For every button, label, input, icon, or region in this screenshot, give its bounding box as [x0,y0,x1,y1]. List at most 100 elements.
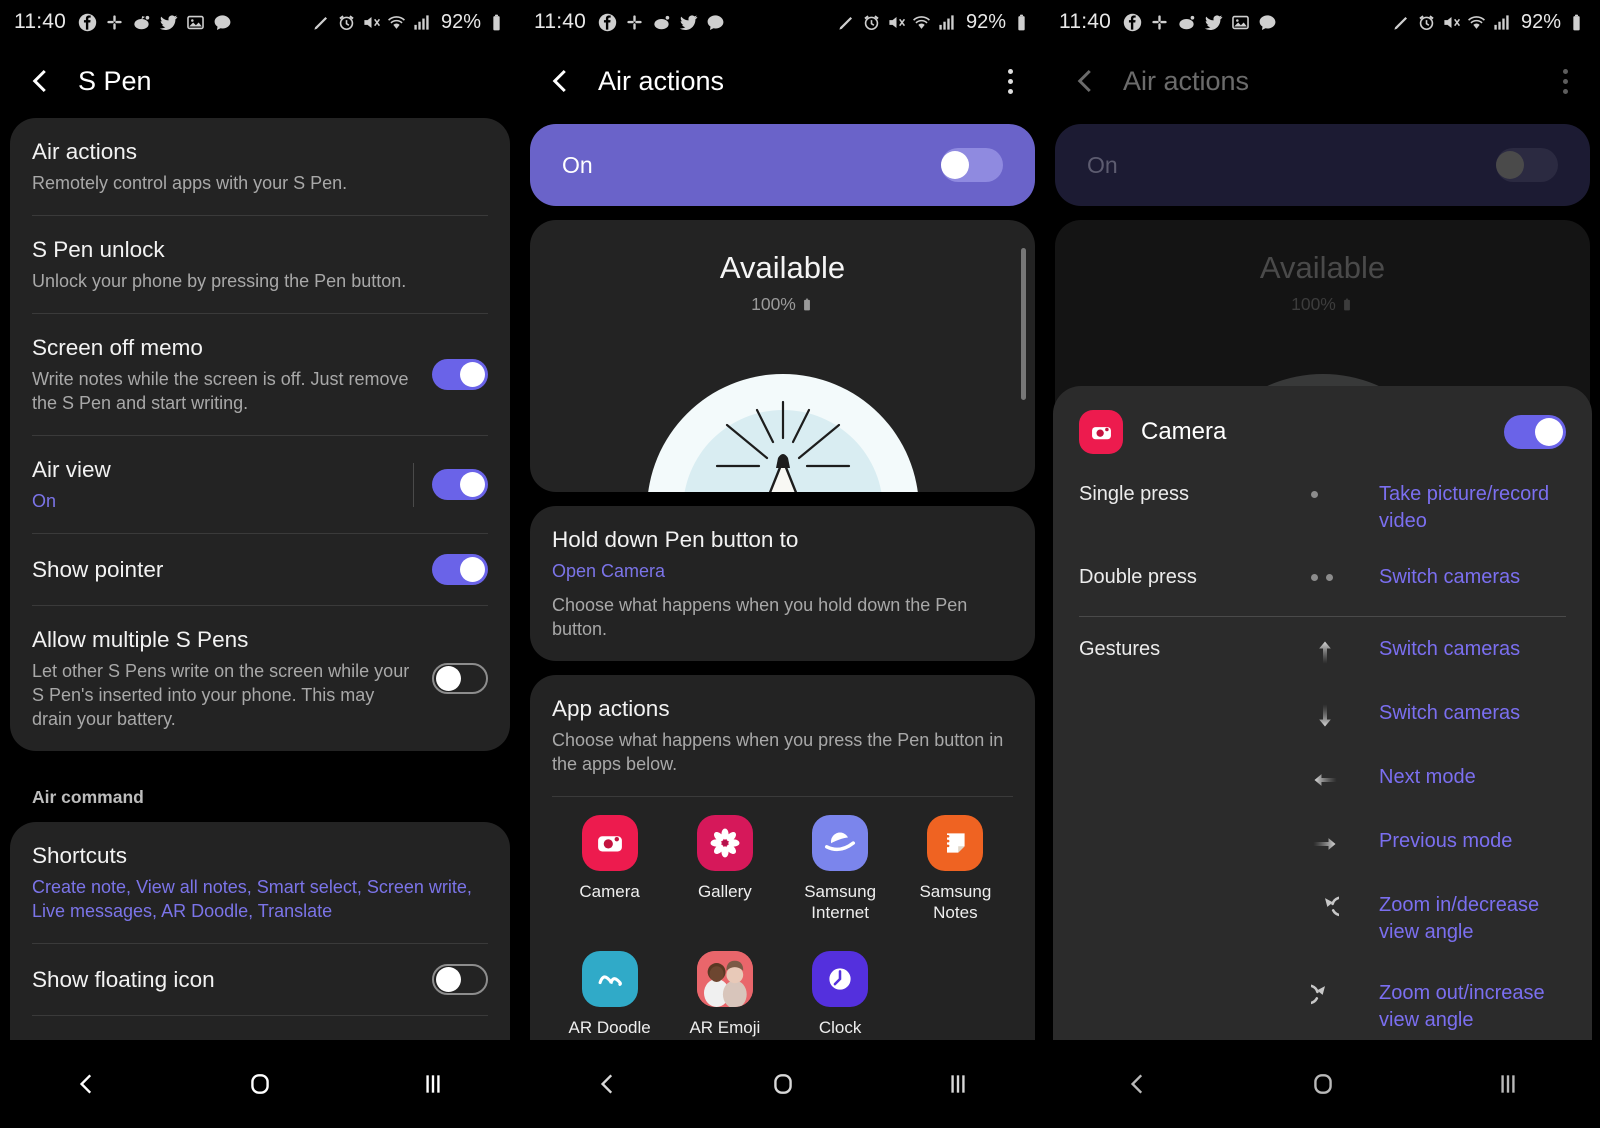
press-label: Double press [1079,566,1197,588]
facebook-icon [598,13,617,31]
wifi-icon [388,15,405,29]
gesture-value[interactable]: Zoom in/decrease view angle [1379,892,1566,946]
toggle-camera-air-action[interactable] [1504,415,1566,449]
mute-vibrate-icon [364,16,381,28]
press-row-single[interactable]: Single press Take picture/record video [1079,472,1566,544]
setting-allow-multiple-s-pens[interactable]: Allow multiple S Pens Let other S Pens w… [32,605,488,751]
three-panel-screenshot: 11:40 92% S Pen Air actions Remotely con… [0,0,1600,1128]
facebook-icon [78,13,97,31]
camera-air-action-dialog: Camera Single press Take picture/record … [1053,386,1592,1073]
gesture-value[interactable]: Switch cameras [1379,636,1566,663]
hold-down-card[interactable]: Hold down Pen button to Open Camera Choo… [530,506,1035,661]
toggle-allow-multiple-s-pens[interactable] [432,663,488,694]
nav-recents-icon[interactable] [945,1071,971,1097]
setting-screen-off-memo[interactable]: Screen off memo Write notes while the sc… [32,313,488,435]
press-row-double[interactable]: Double press Switch cameras [1079,544,1566,600]
kebab-menu-icon[interactable] [1002,63,1019,100]
nav-back-icon[interactable] [595,1071,621,1097]
app-cell-ar-doodle[interactable]: AR Doodle [552,939,667,1054]
setting-title: Show pointer [32,556,164,582]
gesture-row-rotate-ccw[interactable]: Zoom out/increase view angle [1079,955,1566,1043]
status-time: 11:40 [14,10,66,33]
battery-icon [803,298,810,311]
gesture-value[interactable]: Zoom out/increase view angle [1379,980,1566,1034]
setting-subtitle: Remotely control apps with your S Pen. [32,173,348,193]
spen-icon [314,15,329,30]
press-value[interactable]: Take picture/record video [1379,481,1566,535]
nav-home-icon[interactable] [770,1071,796,1097]
app-cell-ar-emoji[interactable]: AR Emoji [667,939,782,1054]
nav-recents-icon[interactable] [420,1071,446,1097]
nav-home-icon[interactable] [247,1071,273,1097]
app-cell-gallery[interactable]: Gallery [667,803,782,939]
setting-hold-down-pen-button[interactable]: Hold down Pen button to Open Camera Choo… [552,506,1013,661]
nav-recents-icon[interactable] [1495,1071,1521,1097]
pen-status-title: Available [719,250,846,285]
ar-doodle-app-icon [581,951,638,1007]
setting-air-view[interactable]: Air view On [32,435,488,533]
air-actions-master-toggle-row[interactable]: On [530,124,1035,206]
app-cell-samsung-notes[interactable]: Samsung Notes [898,803,1013,939]
toggle-air-actions[interactable] [941,148,1003,182]
camera-app-icon [581,815,638,871]
section-description: Choose what happens when you press the P… [552,730,1004,774]
toggle-show-pointer[interactable] [432,554,488,585]
alarm-icon [864,14,879,30]
gesture-row-right[interactable]: Previous mode [1079,803,1566,867]
pen-battery-text: 100% [751,294,796,314]
toggle-screen-off-memo[interactable] [432,359,488,390]
setting-s-pen-unlock[interactable]: S Pen unlock Unlock your phone by pressi… [32,215,488,313]
setting-air-actions[interactable]: Air actions Remotely control apps with y… [32,118,488,215]
setting-shortcuts[interactable]: Shortcuts Create note, View all notes, S… [32,822,488,943]
section-title: App actions [552,696,670,721]
app-cell-empty [898,939,1013,1054]
app-label: Gallery [697,882,752,901]
nav-back-icon[interactable] [74,1071,100,1097]
app-bar-s-pen: S Pen [0,44,520,118]
nav-bar [0,1040,520,1128]
dialog-divider [1079,616,1566,617]
toggle-air-actions[interactable] [1496,148,1558,182]
back-button[interactable] [1071,66,1101,96]
messages-icon [1259,14,1276,30]
gesture-row-down[interactable]: Switch cameras [1079,675,1566,739]
gesture-value[interactable]: Switch cameras [1379,700,1566,727]
setting-show-pointer[interactable]: Show pointer [32,533,488,605]
air-actions-master-toggle-row[interactable]: On [1055,124,1590,206]
dialog-header: Camera [1079,410,1566,454]
setting-show-floating-icon[interactable]: Show floating icon [32,943,488,1015]
toggle-knob [1496,151,1524,179]
gesture-row-up[interactable]: Gestures Switch cameras [1079,627,1566,675]
nav-home-icon[interactable] [1310,1071,1336,1097]
press-value[interactable]: Switch cameras [1379,564,1566,591]
status-battery-text: 92% [440,10,481,33]
status-time: 11:40 [1059,10,1111,33]
gesture-value[interactable]: Next mode [1379,764,1566,791]
pen-status-title: Available [1259,250,1386,285]
wifi-icon [1468,15,1485,29]
status-bar: 11:40 92% [0,0,520,44]
arrow-left-icon [1311,764,1379,794]
back-button[interactable] [26,66,56,96]
section-header-air-command: Air command [32,787,144,807]
scrollbar[interactable] [1021,248,1026,400]
app-cell-camera[interactable]: Camera [552,803,667,939]
gesture-row-rotate-cw[interactable]: Zoom in/decrease view angle [1079,867,1566,955]
double-press-dots-icon [1311,564,1379,581]
press-label: Single press [1079,483,1190,505]
nav-back-icon[interactable] [1125,1071,1151,1097]
back-button[interactable] [546,66,576,96]
arrow-up-icon [1311,636,1379,666]
gallery-app-icon [696,815,753,871]
panel-s-pen-settings: 11:40 92% S Pen Air actions Remotely con… [0,0,520,1128]
app-cell-clock[interactable]: Clock [783,939,898,1054]
gesture-value[interactable]: Previous mode [1379,828,1566,855]
gesture-row-left[interactable]: Next mode [1079,739,1566,803]
app-cell-samsung-internet[interactable]: Samsung Internet [783,803,898,939]
page-title: Air actions [1123,65,1250,96]
toggle-air-view[interactable] [432,469,488,500]
status-battery-text: 92% [965,10,1006,33]
toggle-show-floating-icon[interactable] [432,964,488,995]
kebab-menu-icon[interactable] [1557,63,1574,100]
setting-title: Allow multiple S Pens [32,627,249,652]
